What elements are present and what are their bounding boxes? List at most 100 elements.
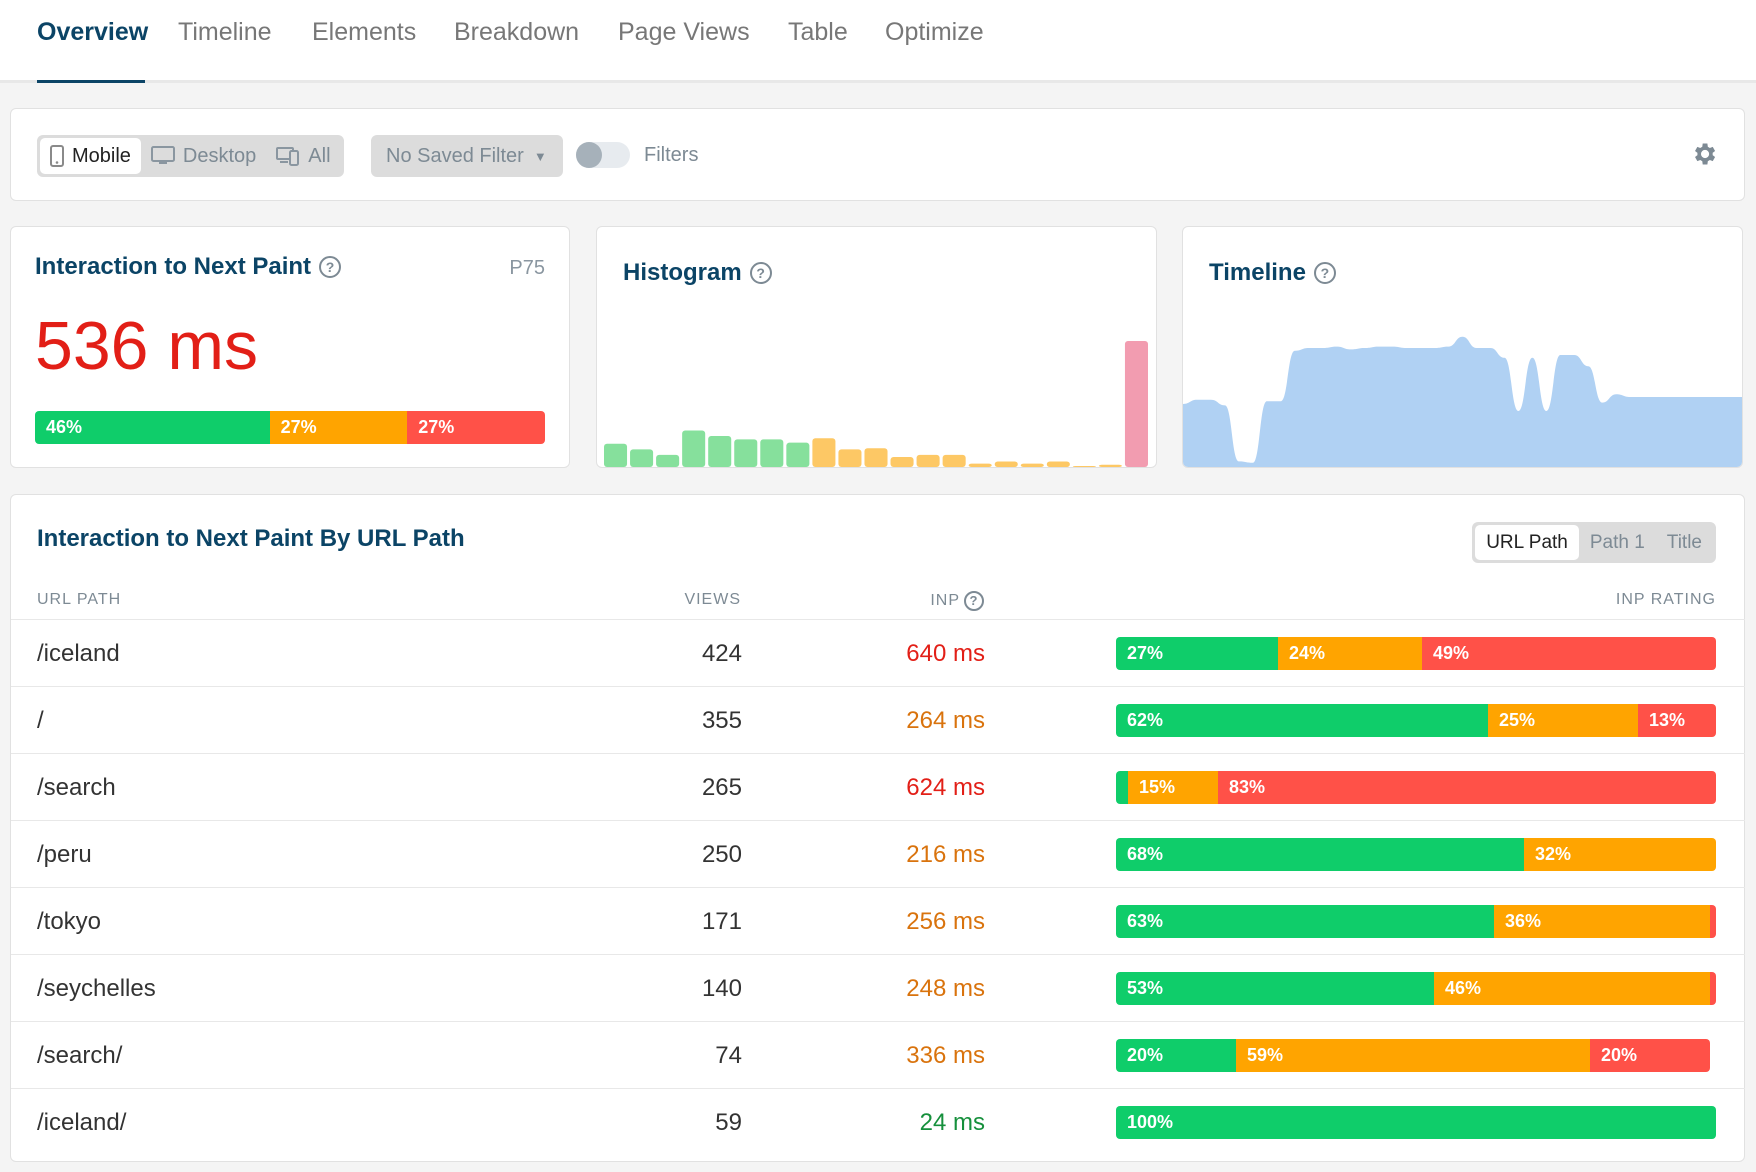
active-tab-indicator [37, 80, 145, 83]
histogram-title: Histogram ? [623, 259, 772, 287]
tab-table[interactable]: Table [788, 18, 848, 47]
timeline-card: Timeline ? [1182, 226, 1743, 468]
views-cell: 74 [715, 1042, 742, 1069]
table-row[interactable]: /iceland 424 640 ms 27% 24% 49% [11, 619, 1745, 686]
column-header-inp-rating[interactable]: INP RATING [1616, 591, 1716, 609]
histogram-card: Histogram ? [596, 226, 1157, 468]
inp-cell: 336 ms [906, 1042, 985, 1069]
metric-value: 536 ms [35, 308, 258, 384]
filters-toggle[interactable] [576, 142, 630, 168]
url-path-cell[interactable]: /tokyo [37, 908, 101, 936]
histogram-bar[interactable] [1046, 461, 1070, 467]
histogram-bar[interactable] [630, 449, 654, 467]
histogram-bar[interactable] [708, 436, 732, 467]
group-path1-button[interactable]: Path 1 [1579, 525, 1656, 560]
tab-elements[interactable]: Elements [312, 18, 416, 47]
histogram-bar[interactable] [604, 443, 628, 467]
tab-breakdown[interactable]: Breakdown [454, 18, 579, 47]
histogram-bar[interactable] [786, 442, 810, 467]
histogram-bar[interactable] [760, 439, 784, 467]
url-path-cell[interactable]: /search [37, 774, 116, 802]
metric-card: Interaction to Next Paint ? P75 536 ms 4… [10, 226, 570, 468]
inp-cell: 640 ms [906, 640, 985, 667]
timeline-title: Timeline ? [1209, 259, 1336, 287]
rating-good-segment: 62% [1116, 704, 1488, 737]
help-icon[interactable]: ? [749, 262, 772, 284]
url-path-cell[interactable]: /peru [37, 841, 92, 869]
histogram-bar[interactable] [1098, 464, 1122, 467]
timeline-area[interactable] [1183, 336, 1742, 467]
tab-page-views[interactable]: Page Views [618, 18, 750, 47]
histogram-bar[interactable] [838, 449, 862, 467]
views-cell: 171 [701, 908, 742, 935]
caret-down-icon: ▼ [533, 148, 547, 164]
histogram-bar[interactable] [942, 454, 966, 467]
histogram-bar[interactable] [864, 448, 888, 467]
tab-optimize[interactable]: Optimize [885, 18, 984, 47]
histogram-bar[interactable] [1072, 466, 1096, 467]
histogram-bar[interactable] [1020, 463, 1044, 467]
rating-good-segment: 68% [1116, 838, 1524, 871]
device-all-label: All [308, 144, 331, 167]
histogram-bar[interactable] [994, 461, 1018, 467]
help-icon[interactable]: ? [1313, 262, 1336, 284]
url-path-table-card: Interaction to Next Paint By URL Path UR… [10, 494, 1745, 1162]
column-header-inp-text: INP [930, 592, 960, 609]
table-row[interactable]: /tokyo 171 256 ms 63% 36% [11, 887, 1745, 954]
histogram-bar[interactable] [890, 457, 914, 467]
views-cell: 265 [701, 774, 742, 801]
table-row[interactable]: /peru 250 216 ms 68% 32% [11, 820, 1745, 887]
rating-ni-segment: 27% [269, 411, 408, 444]
tab-overview[interactable]: Overview [37, 18, 148, 47]
metric-title: Interaction to Next Paint ? [35, 253, 342, 281]
inp-rating-bar: 62% 25% 13% [1116, 704, 1716, 737]
column-header-inp[interactable]: INP ? [930, 591, 984, 611]
rating-good-segment: 53% [1116, 972, 1434, 1005]
device-mobile-button[interactable]: Mobile [40, 138, 141, 174]
group-by-selector: URL Path Path 1 Title [1472, 522, 1716, 563]
inp-rating-bar: 20% 59% 20% [1116, 1039, 1710, 1072]
help-icon[interactable]: ? [319, 256, 342, 278]
column-header-views[interactable]: VIEWS [684, 591, 741, 609]
percentile-label: P75 [509, 257, 545, 279]
url-path-cell[interactable]: /seychelles [37, 975, 156, 1003]
table-row[interactable]: /seychelles 140 248 ms 53% 46% [11, 954, 1745, 1021]
column-header-url-path[interactable]: URL PATH [37, 591, 121, 609]
device-desktop-button[interactable]: Desktop [141, 138, 266, 174]
table-row[interactable]: /search 265 624 ms 15% 83% [11, 753, 1745, 820]
histogram-bar[interactable] [968, 463, 992, 467]
device-all-button[interactable]: All [266, 138, 340, 174]
group-title-button[interactable]: Title [1656, 525, 1713, 560]
gear-icon[interactable] [1690, 140, 1718, 168]
histogram-bar[interactable] [682, 430, 706, 467]
histogram-bar[interactable] [734, 439, 758, 467]
rating-ni-segment: 36% [1494, 905, 1710, 938]
rating-good-segment: 46% [35, 411, 270, 444]
inp-rating-bar: 68% 32% [1116, 838, 1716, 871]
group-url-path-button[interactable]: URL Path [1475, 525, 1579, 560]
histogram-bar[interactable] [812, 438, 836, 467]
url-path-cell[interactable]: /search/ [37, 1042, 122, 1070]
metric-title-text: Interaction to Next Paint [35, 253, 312, 280]
rating-poor-segment [1710, 972, 1716, 1005]
desktop-icon [150, 146, 175, 164]
rating-good-segment [1116, 771, 1128, 804]
url-path-cell[interactable]: / [37, 707, 44, 735]
saved-filter-dropdown[interactable]: No Saved Filter ▼ [371, 135, 563, 177]
rating-poor-segment: 27% [407, 411, 545, 444]
rating-good-segment: 63% [1116, 905, 1494, 938]
tab-timeline[interactable]: Timeline [178, 18, 272, 47]
device-mobile-label: Mobile [72, 144, 131, 167]
table-row[interactable]: / 355 264 ms 62% 25% 13% [11, 686, 1745, 753]
histogram-bar[interactable] [916, 454, 940, 467]
histogram-bar[interactable] [1124, 341, 1148, 467]
url-path-cell[interactable]: /iceland [37, 640, 120, 668]
table-row[interactable]: /iceland/ 59 24 ms 100% [11, 1088, 1745, 1155]
rating-ni-segment: 25% [1488, 704, 1638, 737]
table-row[interactable]: /search/ 74 336 ms 20% 59% 20% [11, 1021, 1745, 1088]
inp-cell: 216 ms [906, 841, 985, 868]
url-path-cell[interactable]: /iceland/ [37, 1109, 126, 1137]
help-icon[interactable]: ? [964, 591, 984, 611]
histogram-bar[interactable] [656, 454, 680, 467]
views-cell: 355 [701, 707, 742, 734]
